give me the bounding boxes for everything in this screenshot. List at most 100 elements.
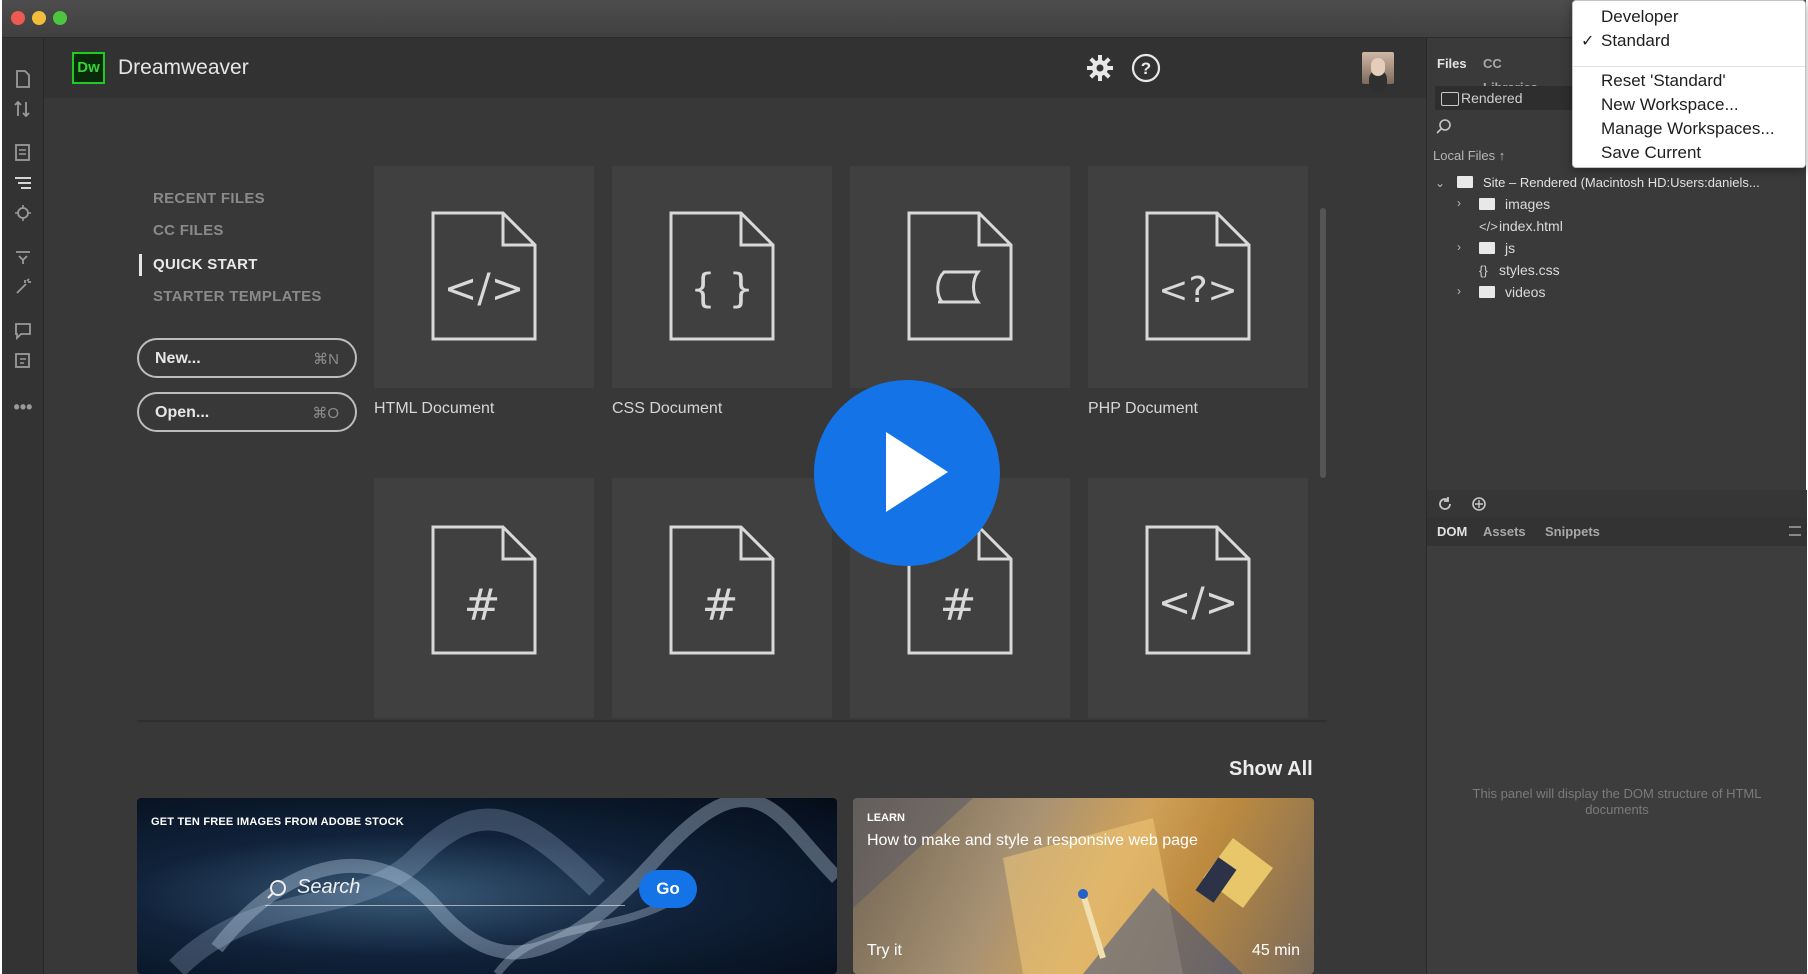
more-tools-icon[interactable]: ••• [10,394,36,420]
chevron-right-icon[interactable]: › [1457,196,1461,210]
checkmark-icon: ✓ [1581,33,1595,50]
php-document-card[interactable]: <?> PHP Document [1088,166,1308,426]
adobe-stock-banner[interactable]: GET TEN FREE IMAGES FROM ADOBE STOCK Sea… [137,798,837,974]
chevron-right-icon[interactable]: › [1457,240,1461,254]
tree-item-images[interactable]: images [1479,196,1550,218]
new-file-icon[interactable] [10,68,36,94]
nav-recent-files[interactable]: RECENT FILES [153,190,265,207]
tab-files[interactable]: Files [1437,52,1467,76]
show-all-link[interactable]: Show All [1229,758,1313,781]
tree-item-videos[interactable]: videos [1479,284,1545,306]
tree-item-label: index.html [1499,218,1563,234]
comment-icon[interactable] [10,320,36,346]
cards-scrollbar[interactable] [1320,208,1326,478]
template-card[interactable]: # [612,478,832,718]
local-files-header[interactable]: Local Files ↑ [1433,148,1505,163]
refresh-icon[interactable] [1437,496,1453,512]
dreamweaver-logo: Dw [72,52,105,84]
svg-text:<?>: <?> [1158,270,1237,311]
app-window: ••• Dw Dreamweaver ? RECENT FILES CC FIL… [2,0,1807,974]
wand-icon[interactable] [10,276,36,302]
code-navigator-icon[interactable] [10,172,36,198]
learn-illustration [853,798,1273,974]
try-it-link[interactable]: Try it [867,942,902,960]
folder-icon [1457,176,1473,188]
svg-text:</>: </> [444,266,525,312]
title-bar [2,0,1806,38]
stock-search-field[interactable]: Search [265,876,625,906]
tree-item-label: images [1505,196,1551,212]
script-scroll-icon [907,211,1013,341]
chevron-right-icon[interactable]: › [1457,284,1461,298]
menu-item-manage-workspaces[interactable]: Manage Workspaces... [1601,119,1775,139]
open-button-label: Open... [155,404,210,421]
template-card[interactable]: </> [1088,478,1308,718]
app-title: Dreamweaver [118,56,249,79]
workspace-menu: Developer ✓ Standard Reset 'Standard' Ne… [1572,0,1806,168]
svg-text:#: # [464,580,501,631]
video-play-button[interactable] [814,380,1000,566]
screenshot-frame: ••• Dw Dreamweaver ? RECENT FILES CC FIL… [0,0,1808,974]
new-button[interactable]: New... ⌘N [137,338,357,378]
user-avatar[interactable] [1362,52,1394,84]
dom-empty-message: This panel will display the DOM structur… [1472,786,1762,817]
html-document-card[interactable]: </> HTML Document [374,166,594,426]
tab-dom[interactable]: DOM [1437,524,1467,539]
tab-snippets[interactable]: Snippets [1545,524,1600,539]
card-label: HTML Document [374,400,495,417]
dom-panel: DOM Assets Snippets This panel will disp… [1427,518,1807,974]
search-icon [1436,119,1451,134]
tab-cc-libraries[interactable]: CC Libraries [1483,52,1538,95]
svg-text:?: ? [1141,59,1151,78]
connect-icon[interactable] [1471,496,1489,512]
sort-icon[interactable] [10,98,36,124]
folder-icon [1479,286,1495,298]
settings-gear-icon[interactable] [1084,52,1116,84]
menu-divider [1573,66,1805,67]
close-window-button[interactable] [11,11,25,25]
menu-item-developer[interactable]: Developer [1601,7,1679,27]
menu-item-new-workspace[interactable]: New Workspace... [1601,95,1739,115]
go-button[interactable]: Go [639,870,697,908]
site-select[interactable]: Rendered [1435,86,1591,110]
nav-cc-files[interactable]: CC FILES [153,222,224,239]
tree-item-index-html[interactable]: </>index.html [1479,218,1563,240]
minimize-window-button[interactable] [32,11,46,25]
nav-quick-start[interactable]: QUICK START [153,256,258,273]
menu-item-save-current[interactable]: Save Current [1601,143,1701,163]
svg-text:#: # [702,580,739,631]
site-root[interactable]: Site – Rendered (Macintosh HD:Users:dani… [1457,174,1760,196]
site-root-label: Site – Rendered (Macintosh HD:Users:dani… [1483,175,1760,190]
menu-item-reset[interactable]: Reset 'Standard' [1601,71,1726,91]
svg-text:{ }: { } [690,266,754,312]
menu-item-standard[interactable]: Standard [1601,31,1670,51]
css-document-card[interactable]: { } CSS Document [612,166,832,426]
files-search-field[interactable] [1435,118,1585,138]
template-card[interactable]: # [374,478,594,718]
nav-starter-templates[interactable]: STARTER TEMPLATES [153,288,322,305]
app-header: Dw Dreamweaver ? [44,38,1426,98]
tree-item-styles-css[interactable]: {} styles.css [1479,262,1560,284]
duration-label: 45 min [1251,942,1300,959]
svg-text:#: # [940,580,977,631]
php-code-icon: <?> [1145,211,1251,341]
right-panel: Files CC Libraries Rendered Local Files … [1426,38,1807,974]
learn-banner[interactable]: LEARN How to make and style a responsive… [853,798,1314,974]
new-shortcut: ⌘N [313,351,339,368]
zoom-window-button[interactable] [53,11,67,25]
hash-icon: # [669,525,775,655]
expand-collapse-icon[interactable] [10,246,36,272]
chevron-down-icon[interactable]: ⌄ [1435,176,1445,190]
live-view-icon[interactable] [10,142,36,168]
tree-item-label: styles.css [1499,262,1560,278]
html-code-icon: </> [1145,525,1251,655]
panel-menu-icon[interactable] [1789,526,1801,536]
target-icon[interactable] [10,202,36,228]
stock-search-placeholder: Search [297,876,361,898]
tab-assets[interactable]: Assets [1483,524,1526,539]
snippet-icon[interactable] [10,350,36,376]
help-icon[interactable]: ? [1130,52,1162,84]
open-button[interactable]: Open... ⌘O [137,392,357,432]
tree-item-js[interactable]: js [1479,240,1515,262]
active-nav-indicator [139,254,142,276]
